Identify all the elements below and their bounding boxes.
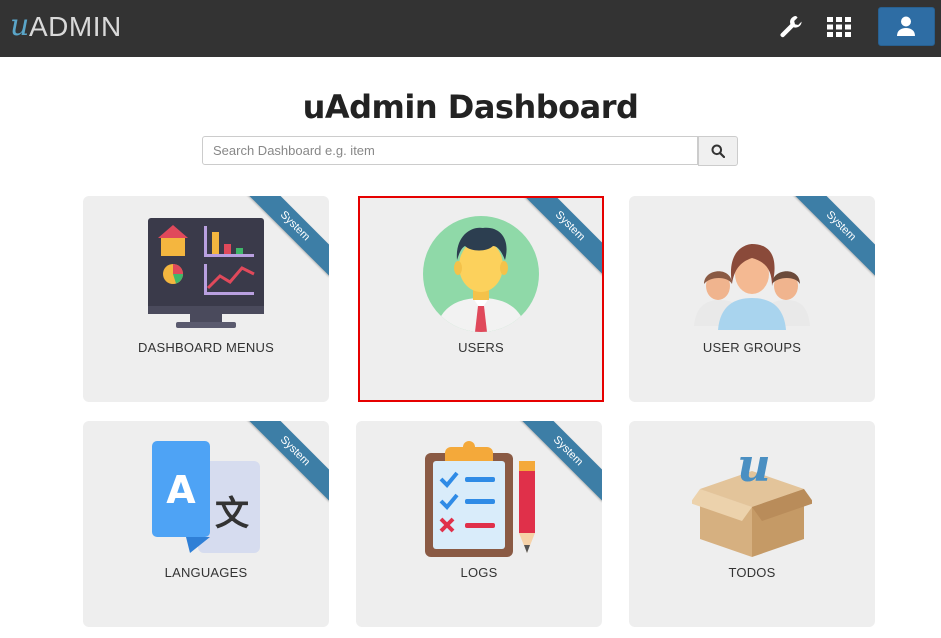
svg-text:文: 文 (215, 494, 249, 534)
page-title: uAdmin Dashboard (302, 88, 639, 126)
card-languages[interactable]: System A 文 LANGUAGES (83, 421, 329, 627)
card-label: TODOS (728, 565, 776, 580)
grid-icon[interactable] (826, 14, 852, 40)
card-label: DASHBOARD MENUS (138, 340, 274, 355)
logo-admin: ADMIN (29, 11, 122, 42)
search-bar (202, 136, 738, 166)
card-label: USERS (458, 340, 504, 355)
dashboard-monitor-icon (148, 218, 264, 328)
search-icon (711, 144, 725, 158)
card-logs[interactable]: System LOGS (356, 421, 602, 627)
user-menu-button[interactable] (878, 7, 935, 46)
card-label: USER GROUPS (702, 340, 802, 355)
search-input[interactable] (202, 136, 698, 165)
logo-u: u (10, 8, 30, 43)
card-label: LANGUAGES (164, 565, 248, 580)
package-box-icon: u (692, 439, 812, 557)
card-dashboard-menus[interactable]: System DASHBOARD MENUS (83, 196, 329, 402)
user-avatar-icon (423, 216, 539, 332)
top-navbar: u ADMIN (0, 0, 941, 57)
svg-text:A: A (166, 468, 196, 512)
user-icon (897, 16, 915, 36)
user-group-icon (694, 244, 810, 330)
card-todos[interactable]: u TODOS (629, 421, 875, 627)
svg-text:u: u (737, 439, 770, 492)
clipboard-log-icon (425, 441, 535, 557)
card-users[interactable]: System USERS (358, 196, 604, 402)
card-user-groups[interactable]: System USER GROUPS (629, 196, 875, 402)
wrench-icon[interactable] (778, 14, 804, 40)
card-label: LOGS (460, 565, 498, 580)
search-button[interactable] (698, 136, 738, 166)
translate-icon: A 文 (152, 441, 260, 553)
